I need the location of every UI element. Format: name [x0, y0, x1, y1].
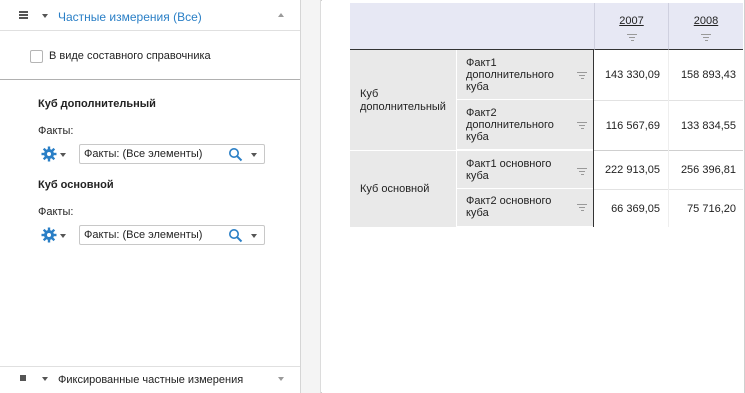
dimensions-panel: Частные измерения (Все) В виде составног…	[0, 0, 301, 393]
facts-label: Факты:	[38, 125, 74, 137]
value-cell[interactable]: 222 913,05	[594, 164, 660, 176]
row-header-fact[interactable]: Факт1 основного куба	[457, 150, 594, 189]
column-divider	[668, 50, 669, 227]
expand-down-icon[interactable]	[278, 377, 284, 381]
fixed-dimensions-header[interactable]: Фиксированные частные измерения	[0, 366, 300, 393]
filter-icon[interactable]	[577, 122, 587, 130]
fact-label: Факт1 основного куба	[466, 158, 552, 182]
column-header-2007[interactable]: 2007	[594, 3, 668, 50]
row-header-cube-main[interactable]: Куб основной	[350, 150, 457, 227]
gear-icon	[41, 227, 57, 243]
chevron-down-icon[interactable]	[60, 234, 66, 238]
facts-label: Факты:	[38, 206, 74, 218]
facts-select-main[interactable]: Факты: (Все элементы)	[79, 225, 265, 245]
chevron-down-icon[interactable]	[42, 14, 48, 18]
column-year-label[interactable]: 2008	[669, 15, 743, 27]
facts-select-value: Факты: (Все элементы)	[84, 229, 203, 241]
value-cell[interactable]: 66 369,05	[594, 203, 660, 215]
row-header-fact[interactable]: Факт2 дополнительного куба	[457, 100, 594, 150]
filter-icon[interactable]	[577, 168, 587, 176]
chevron-down-icon[interactable]	[251, 234, 257, 238]
fact-label: Факт1 дополнительного куба	[466, 57, 554, 93]
row-header-border	[593, 50, 594, 227]
collapse-up-icon[interactable]	[278, 13, 284, 17]
composite-dictionary-label: В виде составного справочника	[49, 50, 211, 62]
fact-label: Факт2 основного куба	[466, 195, 552, 219]
panel-splitter[interactable]	[301, 0, 321, 393]
composite-dictionary-checkbox[interactable]	[30, 50, 43, 63]
divider	[0, 79, 300, 80]
value-cell[interactable]: 256 396,81	[668, 164, 736, 176]
fact-label: Факт2 дополнительного куба	[466, 107, 554, 143]
value-cell[interactable]: 158 893,43	[668, 69, 736, 81]
value-cell[interactable]: 133 834,55	[668, 120, 736, 132]
square-icon	[20, 375, 26, 381]
cube-title-additional: Куб дополнительный	[38, 98, 156, 110]
value-cell[interactable]: 143 330,09	[594, 69, 660, 81]
filter-icon[interactable]	[577, 72, 587, 80]
search-icon[interactable]	[228, 147, 243, 162]
gear-icon	[41, 146, 57, 162]
filter-icon[interactable]	[627, 34, 637, 42]
chevron-down-icon[interactable]	[42, 377, 48, 381]
row-header-fact[interactable]: Факт1 дополнительного куба	[457, 50, 594, 100]
row-header-fact[interactable]: Факт2 основного куба	[457, 189, 594, 227]
column-year-label[interactable]: 2007	[595, 15, 668, 27]
cube-label: Куб основной	[360, 183, 430, 195]
column-header-2008[interactable]: 2008	[668, 3, 743, 50]
menu-icon[interactable]	[19, 11, 28, 19]
facts-select-value: Факты: (Все элементы)	[84, 148, 203, 160]
cube-label: Куб дополнительный	[360, 88, 446, 113]
table-corner	[350, 3, 594, 50]
row-header-cube-additional[interactable]: Куб дополнительный	[350, 50, 457, 150]
filter-icon[interactable]	[701, 34, 711, 42]
facts-select-additional[interactable]: Факты: (Все элементы)	[79, 144, 265, 164]
data-area: 2007 2008 Куб дополнительный Факт1 допол…	[322, 0, 744, 393]
search-icon[interactable]	[228, 228, 243, 243]
footer-title[interactable]: Фиксированные частные измерения	[58, 374, 243, 386]
chevron-down-icon[interactable]	[60, 153, 66, 157]
settings-menu-button[interactable]	[41, 227, 69, 243]
settings-menu-button[interactable]	[41, 146, 69, 162]
panel-header-title[interactable]: Частные измерения (Все)	[58, 10, 202, 24]
value-cell[interactable]: 75 716,20	[668, 203, 736, 215]
data-table: 2007 2008 Куб дополнительный Факт1 допол…	[350, 3, 743, 227]
private-dimensions-header[interactable]: Частные измерения (Все)	[0, 0, 300, 31]
value-cell[interactable]: 116 567,69	[594, 120, 660, 132]
filter-icon[interactable]	[577, 204, 587, 212]
chevron-down-icon[interactable]	[251, 153, 257, 157]
cube-title-main: Куб основной	[38, 179, 114, 191]
